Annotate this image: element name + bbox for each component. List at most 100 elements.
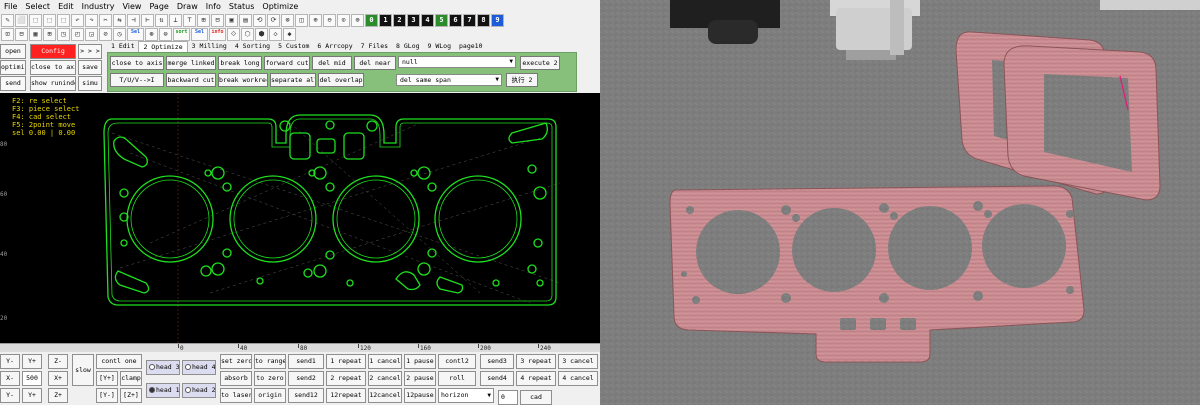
null-select[interactable]: null ▼ — [398, 56, 516, 68]
send12-button[interactable]: send12 — [288, 388, 324, 403]
menu-edit[interactable]: Edit — [54, 0, 78, 13]
toolbar-tool-icon[interactable]: ⊤ — [183, 14, 196, 27]
layer-2-button[interactable]: 2 — [393, 14, 406, 27]
draw-tool-icon[interactable]: ◷ — [113, 28, 126, 41]
to-zero-button[interactable]: to zero — [254, 371, 286, 386]
open-button[interactable]: open — [0, 44, 26, 59]
toolbar-tool-icon[interactable]: ⬜ — [15, 14, 28, 27]
toolbar-tool-icon[interactable]: ⊣ — [127, 14, 140, 27]
tab-10[interactable]: page10 — [455, 41, 486, 52]
menu-industry[interactable]: Industry — [78, 0, 119, 13]
x-minus-button[interactable]: X- — [0, 371, 20, 386]
contl2-button[interactable]: contl2 — [438, 354, 476, 369]
execute2-button[interactable]: execute 2 — [520, 56, 560, 70]
menu-draw[interactable]: Draw — [173, 0, 202, 13]
toolbar-tool-icon[interactable]: ⊗ — [281, 14, 294, 27]
y-plus-bracket-button[interactable]: [Y+] — [96, 371, 118, 386]
origin-button[interactable]: origin — [254, 388, 286, 403]
pause1-button[interactable]: 1 pause — [404, 354, 436, 369]
draw-tool-icon[interactable]: ⊘ — [99, 28, 112, 41]
draw-tool-icon[interactable]: ◇ — [269, 28, 282, 41]
menu-view[interactable]: View — [118, 0, 145, 13]
toolbar-tool-icon[interactable]: ⟲ — [253, 14, 266, 27]
menu-status[interactable]: Status — [225, 0, 259, 13]
draw-tool-icon[interactable]: ⊛ — [145, 28, 158, 41]
break-workrect-button[interactable]: break workrect — [218, 73, 268, 87]
toolbar-tool-icon[interactable]: ⊢ — [141, 14, 154, 27]
to-range-button[interactable]: to range — [254, 354, 286, 369]
zero-input[interactable]: 0 — [498, 390, 518, 405]
repeat1-button[interactable]: 1 repeat — [326, 354, 366, 369]
toolbar-tool-icon[interactable]: ⊖ — [323, 14, 336, 27]
menu-select[interactable]: Select — [21, 0, 54, 13]
horizon-select[interactable]: horizon ▼ — [438, 388, 494, 403]
toolbar-tool-icon[interactable]: ⊟ — [211, 14, 224, 27]
repeat12-button[interactable]: 12repeat — [326, 388, 366, 403]
slow-button[interactable]: slow — [72, 354, 94, 386]
toolbar-tool-icon[interactable]: ✂ — [99, 14, 112, 27]
step-input[interactable]: 500 — [22, 371, 42, 386]
send2-button[interactable]: send2 — [288, 371, 324, 386]
draw-tool-icon[interactable]: ▦ — [29, 28, 42, 41]
sel-group-button[interactable]: Sel — [191, 28, 208, 41]
toolbar-tool-icon[interactable]: ▣ — [225, 14, 238, 27]
optimize-button[interactable]: optimize — [0, 60, 26, 75]
repeat2-button[interactable]: 2 repeat — [326, 371, 366, 386]
del-mid-button[interactable]: del mid — [312, 56, 352, 70]
head4-radio[interactable]: head 4 — [182, 360, 216, 375]
send3-button[interactable]: send3 — [480, 354, 514, 369]
forward-cut-button[interactable]: forward cut — [264, 56, 310, 70]
show-runindex-button[interactable]: show runindex — [30, 76, 76, 91]
tab-1[interactable]: 1 Edit — [107, 41, 138, 52]
toolbar-tool-icon[interactable]: ⊞ — [197, 14, 210, 27]
menu-optimize[interactable]: Optimize — [258, 0, 302, 13]
menu-file[interactable]: File — [0, 0, 21, 13]
toolbar-tool-icon[interactable]: ⇆ — [113, 14, 126, 27]
tab-9[interactable]: 9 WLog — [424, 41, 455, 52]
z-minus-button[interactable]: Z- — [48, 354, 68, 369]
draw-tool-icon[interactable]: ◆ — [283, 28, 296, 41]
pause2-button[interactable]: 2 pause — [404, 371, 436, 386]
save-button[interactable]: save — [78, 60, 102, 75]
draw-tool-icon[interactable]: ⟐ — [227, 28, 240, 41]
toolbar-tool-icon[interactable]: ⇅ — [155, 14, 168, 27]
draw-tool-icon[interactable]: ⬡ — [241, 28, 254, 41]
draw-tool-icon[interactable]: ⬢ — [255, 28, 268, 41]
toolbar-tool-icon[interactable]: ⊥ — [169, 14, 182, 27]
toolbar-tool-icon[interactable]: ⬚ — [57, 14, 70, 27]
del-overlap-button[interactable]: del overlap — [318, 73, 364, 87]
toolbar-tool-icon[interactable]: ⬚ — [29, 14, 42, 27]
toolbar-tool-icon[interactable]: ↶ — [71, 14, 84, 27]
head3-radio[interactable]: head 3 — [146, 360, 180, 375]
draw-tool-icon[interactable]: ⊡ — [1, 28, 14, 41]
tab-8[interactable]: 8 GLog — [392, 41, 423, 52]
menu-page[interactable]: Page — [145, 0, 172, 13]
toolbar-tool-icon[interactable]: ⊕ — [309, 14, 322, 27]
close-to-axis-button[interactable]: close to axis — [30, 60, 76, 75]
tab-2[interactable]: 2 Optimize — [138, 40, 188, 53]
layer-1-button[interactable]: 1 — [379, 14, 392, 27]
info-tool-button[interactable]: info — [209, 28, 226, 41]
cancel3-button[interactable]: 3 cancel — [558, 354, 598, 369]
layer-7-button[interactable]: 7 — [463, 14, 476, 27]
layer-0-button[interactable]: 0 — [365, 14, 378, 27]
cancel4-button[interactable]: 4 cancel — [558, 371, 598, 386]
toolbar-tool-icon[interactable]: ⊚ — [351, 14, 364, 27]
separate-all-button[interactable]: separate all — [270, 73, 316, 87]
toolbar-tool-icon[interactable]: ▤ — [239, 14, 252, 27]
clamp-button[interactable]: clamp — [120, 371, 142, 386]
pause12-button[interactable]: 12pause — [404, 388, 436, 403]
z-plus-button[interactable]: Z+ — [48, 388, 68, 403]
layer-5-button[interactable]: 5 — [435, 14, 448, 27]
toolbar-tool-icon[interactable]: ✎ — [1, 14, 14, 27]
head1-radio[interactable]: head 1 — [146, 383, 180, 398]
contl-one-button[interactable]: contl one — [96, 354, 142, 369]
del-same-span-select[interactable]: del same span ▼ — [396, 74, 502, 86]
draw-tool-icon[interactable]: ◰ — [71, 28, 84, 41]
y-plus-button[interactable]: Y+ — [22, 354, 42, 369]
backward-cut-button[interactable]: backward cut — [166, 73, 216, 87]
tab-3[interactable]: 3 Milling — [188, 41, 231, 52]
cad-button[interactable]: cad — [520, 390, 552, 405]
layer-6-button[interactable]: 6 — [449, 14, 462, 27]
absorb-button[interactable]: absorb — [220, 371, 252, 386]
